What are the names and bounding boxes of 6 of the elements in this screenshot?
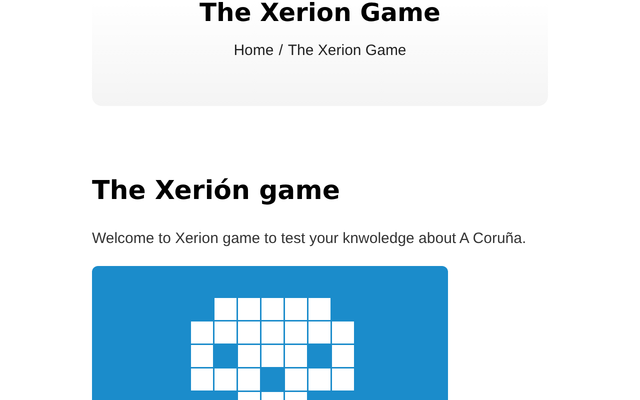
breadcrumb-link[interactable]: Home (234, 42, 274, 59)
page-title: The Xerion Game (199, 0, 441, 26)
heading: The Xerión game (92, 175, 341, 208)
breadcrumb-separator: / (278, 42, 283, 59)
intro-text: Welcome to Xerion game to test your knwoledge about A Coruña. (92, 229, 528, 249)
breadcrumb-current: The Xerion Game (288, 42, 406, 59)
